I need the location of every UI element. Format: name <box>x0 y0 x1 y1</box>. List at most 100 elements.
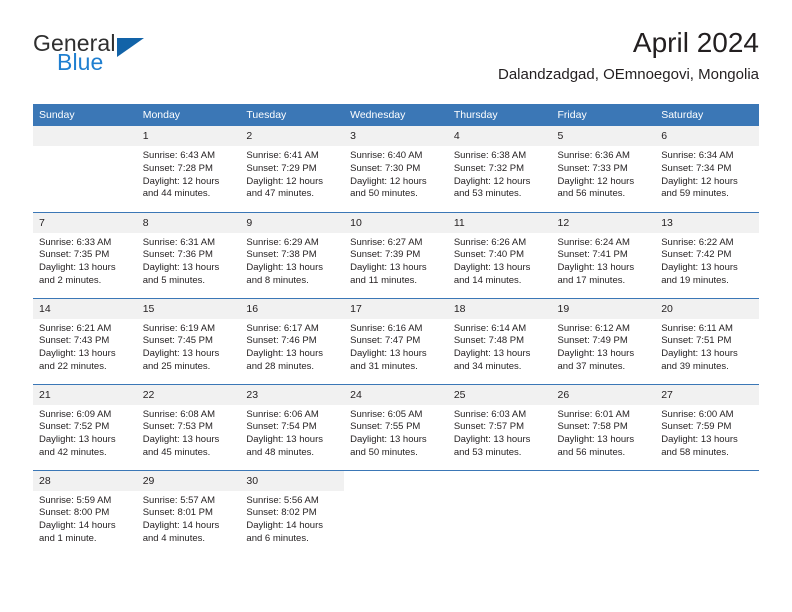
month-calendar-table: Sunday Monday Tuesday Wednesday Thursday… <box>33 104 759 558</box>
day-sun-info: Sunrise: 6:06 AM Sunset: 7:54 PM Daylight:… <box>240 405 344 460</box>
sunset-text: Sunset: 8:01 PM <box>142 507 213 519</box>
calendar-day-cell[interactable]: 17 Sunrise: 6:16 AM Sunset: 7:47 PM Dayligh… <box>344 297 448 384</box>
daylight-text-line1: Daylight: 12 hours <box>350 175 427 187</box>
general-blue-logo[interactable]: General Blue <box>33 32 153 82</box>
day-number <box>33 126 137 146</box>
calendar-day-cell[interactable]: 28 Sunrise: 5:59 AM Sunset: 8:00 PM Dayligh… <box>33 469 137 558</box>
calendar-day-cell[interactable]: 14 Sunrise: 6:21 AM Sunset: 7:43 PM Dayligh… <box>33 297 137 384</box>
daylight-text-line2: and 34 minutes. <box>453 360 522 372</box>
daylight-text-line2: and 56 minutes. <box>557 446 626 458</box>
sunrise-text: Sunrise: 6:09 AM <box>39 408 112 420</box>
calendar-day-cell[interactable]: 2 Sunrise: 6:41 AM Sunset: 7:29 PM Daylight… <box>240 126 345 212</box>
daylight-text-line2: and 59 minutes. <box>661 188 729 200</box>
calendar-empty-cell <box>447 469 552 558</box>
sunset-text: Sunset: 7:54 PM <box>246 421 317 433</box>
day-number: 17 <box>344 298 448 319</box>
daylight-text-line1: Daylight: 13 hours <box>39 348 116 360</box>
daylight-text-line1: Daylight: 13 hours <box>557 348 635 360</box>
daylight-text-line1: Daylight: 13 hours <box>557 434 635 446</box>
calendar-day-cell[interactable]: 24 Sunrise: 6:05 AM Sunset: 7:55 PM Dayligh… <box>344 383 448 470</box>
day-number: 10 <box>344 212 448 233</box>
sunset-text: Sunset: 7:45 PM <box>142 335 213 347</box>
daylight-text-line2: and 5 minutes. <box>142 274 206 286</box>
daylight-text-line2: and 53 minutes. <box>453 188 522 200</box>
calendar-day-cell[interactable]: 21 Sunrise: 6:09 AM Sunset: 7:52 PM Dayligh… <box>33 383 137 470</box>
calendar-day-cell[interactable]: 9 Sunrise: 6:29 AM Sunset: 7:38 PM Daylight… <box>240 211 345 298</box>
day-number: 27 <box>655 384 759 405</box>
sunset-text: Sunset: 7:43 PM <box>39 335 110 347</box>
calendar-day-cell[interactable]: 25 Sunrise: 6:03 AM Sunset: 7:57 PM Dayligh… <box>447 383 552 470</box>
day-number: 4 <box>447 126 552 146</box>
calendar-empty-cell <box>655 469 759 558</box>
day-sun-info: Sunrise: 6:43 AM Sunset: 7:28 PM Daylight:… <box>137 146 241 201</box>
day-number: 8 <box>136 212 241 233</box>
calendar-day-cell[interactable]: 7 Sunrise: 6:33 AM Sunset: 7:35 PM Daylight… <box>33 211 137 298</box>
daylight-text-line2: and 53 minutes. <box>453 446 522 458</box>
calendar-day-cell[interactable]: 10 Sunrise: 6:27 AM Sunset: 7:39 PM Dayligh… <box>344 211 448 298</box>
calendar-day-cell[interactable]: 1 Sunrise: 6:43 AM Sunset: 7:28 PM Daylight… <box>136 126 241 212</box>
sunrise-text: Sunrise: 6:22 AM <box>661 236 734 248</box>
day-number: 26 <box>551 384 656 405</box>
sunrise-text: Sunrise: 6:19 AM <box>142 322 216 334</box>
daylight-text-line2: and 47 minutes. <box>246 188 315 200</box>
daylight-text-line2: and 14 minutes. <box>453 274 522 286</box>
calendar-day-cell[interactable]: 16 Sunrise: 6:17 AM Sunset: 7:46 PM Dayligh… <box>240 297 345 384</box>
day-sun-info: Sunrise: 6:09 AM Sunset: 7:52 PM Daylight:… <box>33 405 137 460</box>
weekday-header-tuesday: Tuesday <box>240 104 345 126</box>
sunset-text: Sunset: 7:59 PM <box>661 421 732 433</box>
calendar-empty-cell <box>344 469 448 558</box>
sunset-text: Sunset: 7:33 PM <box>557 162 628 174</box>
sunset-text: Sunset: 7:41 PM <box>557 249 628 261</box>
title-block: April 2024 Dalandzadgad, OEmnoegovi, Mon… <box>498 26 759 86</box>
day-sun-info: Sunrise: 6:27 AM Sunset: 7:39 PM Daylight:… <box>344 233 448 288</box>
daylight-text-line1: Daylight: 14 hours <box>142 520 220 532</box>
calendar-day-cell[interactable]: 4 Sunrise: 6:38 AM Sunset: 7:32 PM Daylight… <box>447 126 552 212</box>
day-sun-info: Sunrise: 6:01 AM Sunset: 7:58 PM Daylight:… <box>552 405 656 460</box>
daylight-text-line1: Daylight: 12 hours <box>661 175 738 187</box>
day-number: 6 <box>655 126 759 146</box>
sunrise-text: Sunrise: 6:38 AM <box>453 150 527 161</box>
day-sun-info: Sunrise: 6:31 AM Sunset: 7:36 PM Daylight:… <box>137 233 241 288</box>
calendar-day-cell[interactable]: 19 Sunrise: 6:12 AM Sunset: 7:49 PM Dayligh… <box>551 297 656 384</box>
calendar-day-cell[interactable]: 15 Sunrise: 6:19 AM Sunset: 7:45 PM Dayligh… <box>136 297 241 384</box>
day-number <box>655 471 759 491</box>
calendar-day-cell[interactable]: 6 Sunrise: 6:34 AM Sunset: 7:34 PM Daylight… <box>655 126 759 212</box>
sunrise-text: Sunrise: 6:43 AM <box>142 150 216 161</box>
day-sun-info: Sunrise: 6:22 AM Sunset: 7:42 PM Daylight:… <box>655 233 759 288</box>
calendar-day-cell[interactable]: 12 Sunrise: 6:24 AM Sunset: 7:41 PM Dayligh… <box>551 211 656 298</box>
daylight-text-line2: and 22 minutes. <box>39 360 107 372</box>
calendar-day-cell[interactable]: 13 Sunrise: 6:22 AM Sunset: 7:42 PM Dayligh… <box>655 211 759 298</box>
daylight-text-line1: Daylight: 12 hours <box>246 175 323 187</box>
weekday-header-thursday: Thursday <box>447 104 552 126</box>
day-number: 18 <box>447 298 552 319</box>
calendar-day-cell[interactable]: 26 Sunrise: 6:01 AM Sunset: 7:58 PM Dayligh… <box>551 383 656 470</box>
day-sun-info: Sunrise: 6:14 AM Sunset: 7:48 PM Daylight:… <box>448 319 552 374</box>
daylight-text-line1: Daylight: 13 hours <box>661 434 738 446</box>
calendar-day-cell[interactable]: 20 Sunrise: 6:11 AM Sunset: 7:51 PM Dayligh… <box>655 297 759 384</box>
sunset-text: Sunset: 7:39 PM <box>350 249 421 261</box>
sunrise-text: Sunrise: 6:08 AM <box>142 408 216 420</box>
calendar-day-cell[interactable]: 8 Sunrise: 6:31 AM Sunset: 7:36 PM Daylight… <box>136 211 241 298</box>
calendar-day-cell[interactable]: 30 Sunrise: 5:56 AM Sunset: 8:02 PM Dayligh… <box>240 469 345 558</box>
calendar-header-row: Sunday Monday Tuesday Wednesday Thursday… <box>33 104 759 126</box>
calendar-day-cell[interactable]: 5 Sunrise: 6:36 AM Sunset: 7:33 PM Daylight… <box>551 126 656 212</box>
calendar-day-cell[interactable]: 29 Sunrise: 5:57 AM Sunset: 8:01 PM Dayligh… <box>136 469 241 558</box>
calendar-day-cell[interactable]: 18 Sunrise: 6:14 AM Sunset: 7:48 PM Dayligh… <box>447 297 552 384</box>
daylight-text-line1: Daylight: 13 hours <box>246 262 323 274</box>
day-sun-info: Sunrise: 6:11 AM Sunset: 7:51 PM Daylight:… <box>655 319 759 374</box>
calendar-week-row: 1 Sunrise: 6:43 AM Sunset: 7:28 PM Daylight… <box>33 126 759 212</box>
sunset-text: Sunset: 7:55 PM <box>350 421 421 433</box>
calendar-day-cell[interactable]: 22 Sunrise: 6:08 AM Sunset: 7:53 PM Dayligh… <box>136 383 241 470</box>
calendar-day-cell[interactable]: 27 Sunrise: 6:00 AM Sunset: 7:59 PM Dayligh… <box>655 383 759 470</box>
calendar-day-cell[interactable]: 23 Sunrise: 6:06 AM Sunset: 7:54 PM Dayligh… <box>240 383 345 470</box>
day-number: 30 <box>240 470 345 491</box>
day-sun-info: Sunrise: 6:08 AM Sunset: 7:53 PM Daylight:… <box>137 405 241 460</box>
sunrise-text: Sunrise: 6:27 AM <box>350 236 423 248</box>
daylight-text-line2: and 58 minutes. <box>661 446 729 458</box>
calendar-day-cell[interactable]: 3 Sunrise: 6:40 AM Sunset: 7:30 PM Daylight… <box>344 126 448 212</box>
daylight-text-line2: and 31 minutes. <box>350 360 418 372</box>
daylight-text-line1: Daylight: 13 hours <box>661 348 738 360</box>
sunrise-text: Sunrise: 6:16 AM <box>350 322 423 334</box>
calendar-day-cell[interactable]: 11 Sunrise: 6:26 AM Sunset: 7:40 PM Dayligh… <box>447 211 552 298</box>
calendar-week-row: 7 Sunrise: 6:33 AM Sunset: 7:35 PM Daylight… <box>33 211 759 298</box>
